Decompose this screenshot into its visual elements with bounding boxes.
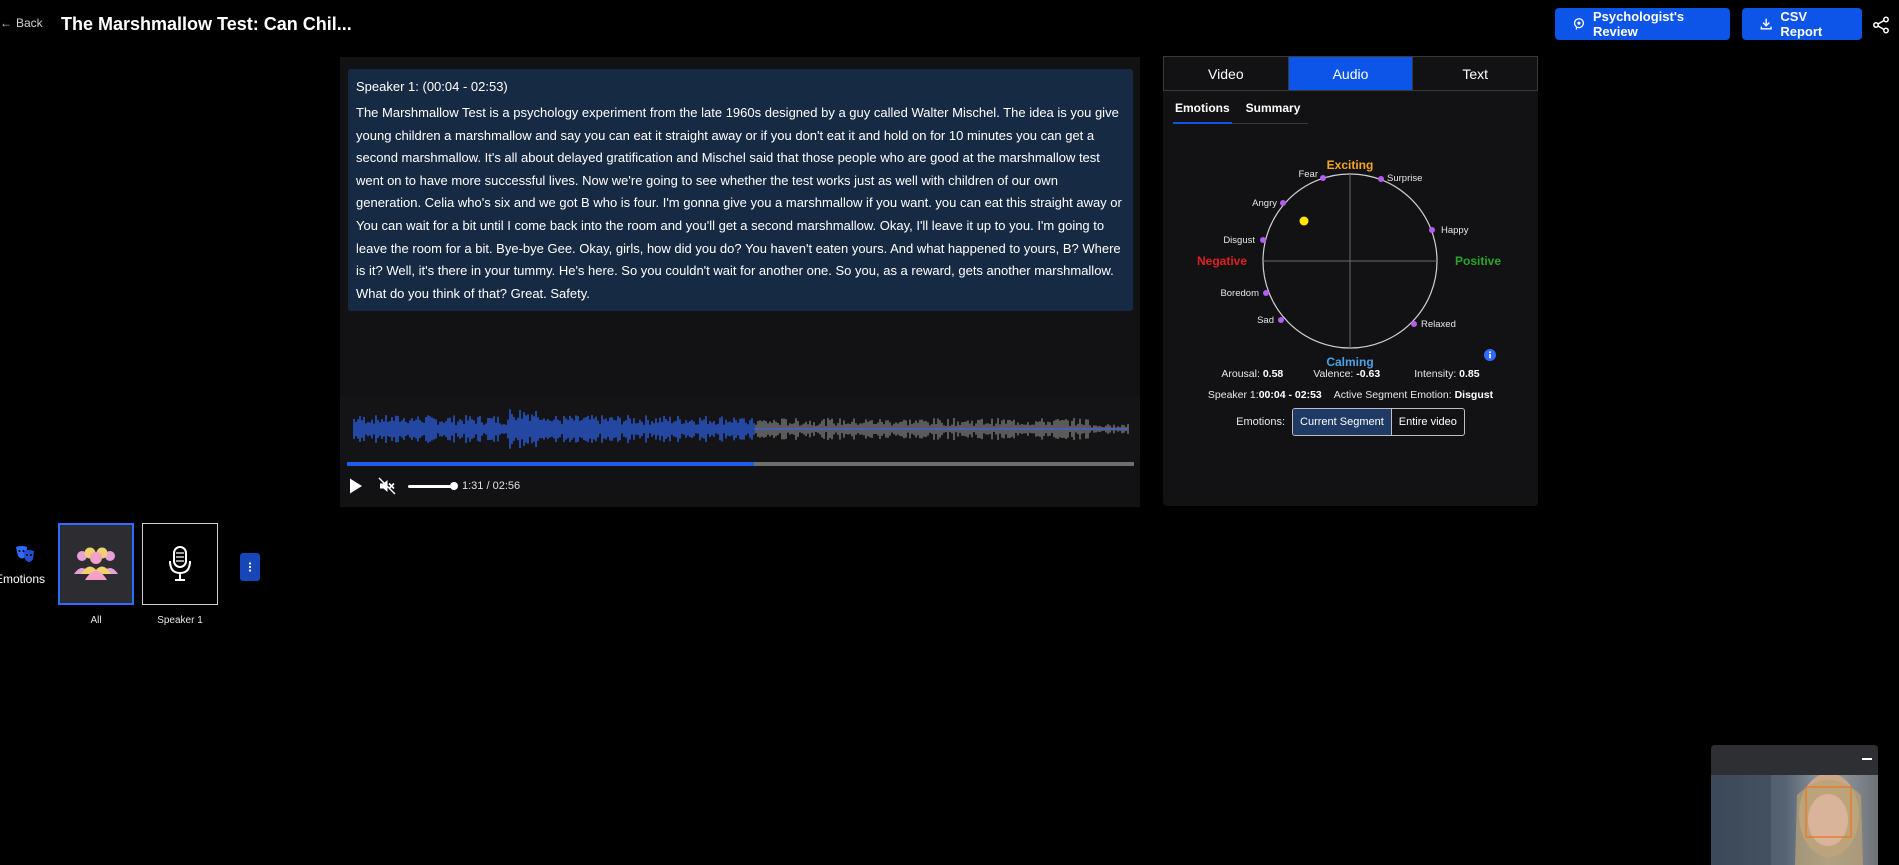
emotions-panel: Video Audio Text Emotions Summary Exciti…: [1163, 56, 1538, 506]
arousal-value: 0.58: [1262, 368, 1284, 380]
emotion-label-fear: Fear: [1298, 169, 1318, 180]
more-vertical-icon: [248, 562, 252, 572]
time-display: 1:31 / 02:56: [462, 480, 521, 492]
emotion-point-disgust: Disgust: [1223, 235, 1266, 246]
volume-slider[interactable]: [408, 478, 458, 494]
emotion-point-surprise: Surprise: [1378, 173, 1422, 184]
media-tabs: Video Audio Text: [1163, 56, 1538, 91]
tab-audio[interactable]: Audio: [1288, 57, 1414, 90]
subtab-emotions[interactable]: Emotions: [1173, 100, 1232, 124]
entire-video-button[interactable]: Entire video: [1392, 409, 1464, 435]
tab-video[interactable]: Video: [1164, 57, 1289, 90]
info-icon[interactable]: [1484, 349, 1496, 361]
back-link[interactable]: ← Back: [0, 16, 43, 30]
arrow-left-icon: ←: [0, 16, 12, 30]
speaker-card-speaker-1-label: Speaker 1: [157, 615, 203, 626]
play-icon[interactable]: [348, 477, 364, 495]
intensity-value: 0.85: [1459, 368, 1480, 380]
pip-header: [1711, 745, 1878, 775]
microphone-icon: [169, 546, 191, 581]
sub-tabs: Emotions Summary: [1173, 100, 1308, 124]
affect-metrics: Arousal: 0.58 Valence: -0.63 Intensity: …: [1163, 368, 1538, 380]
emotions-sidebar-toggle[interactable]: Emotions: [0, 545, 50, 586]
segment-info: Speaker 1:00:04 - 02:53 Active Segment E…: [1163, 389, 1538, 401]
segment-speaker-header: Speaker 1: (00:04 - 02:53): [356, 79, 508, 94]
active-emotion-value: Disgust: [1454, 389, 1494, 401]
emotion-label-angry: Angry: [1252, 198, 1277, 209]
emotion-point-happy: Happy: [1429, 225, 1469, 236]
pip-video-frame: [1711, 773, 1878, 865]
audio-waveform[interactable]: [340, 397, 1140, 462]
emotion-label-disgust: Disgust: [1223, 235, 1255, 246]
current-emotion-marker: [1299, 216, 1309, 226]
emotions-side-label: Emotions: [0, 572, 46, 586]
csv-report-button[interactable]: CSV Report: [1742, 8, 1862, 40]
intensity-metric: Intensity: 0.85: [1414, 368, 1479, 380]
current-segment-button[interactable]: Current Segment: [1293, 409, 1392, 435]
emotion-label-sad: Sad: [1257, 315, 1274, 326]
waveform-graphic: [353, 409, 1129, 449]
psychologist-review-button[interactable]: Psychologist's Review: [1555, 8, 1730, 40]
tab-text[interactable]: Text: [1413, 57, 1537, 90]
pip-video-window[interactable]: [1711, 745, 1878, 865]
emotions-scope-row: Emotions: Current Segment Entire video: [1163, 408, 1538, 436]
axis-label-positive: Positive: [1455, 254, 1501, 268]
speaker-card-speaker-1[interactable]: [142, 523, 218, 605]
mute-icon[interactable]: [378, 477, 396, 495]
axis-label-negative: Negative: [1197, 254, 1247, 268]
emotion-point-fear: Fear: [1298, 169, 1326, 181]
player-controls: 1:31 / 02:56: [348, 475, 520, 497]
valence-metric: Valence: -0.63: [1313, 368, 1380, 380]
emotion-circumplex: Exciting Calming Negative Positive Fear …: [1197, 158, 1501, 369]
arousal-label: Arousal:: [1221, 368, 1260, 380]
theater-masks-icon: [16, 546, 34, 562]
subtab-summary[interactable]: Summary: [1244, 100, 1303, 124]
group-icon: [74, 547, 118, 580]
emotion-point-sad: Sad: [1257, 315, 1284, 326]
speaker-range: Speaker 1:00:04 - 02:53: [1208, 389, 1322, 401]
emotions-scope-toggle: Current Segment Entire video: [1292, 408, 1465, 436]
emotion-point-relaxed: Relaxed: [1411, 319, 1456, 330]
more-options-button[interactable]: [240, 553, 260, 581]
volume-track: [408, 485, 454, 488]
minimize-icon[interactable]: [1862, 758, 1872, 760]
page-title: The Marshmallow Test: Can Chil...: [61, 14, 352, 34]
progress-bar[interactable]: [347, 462, 1134, 466]
psychologist-review-label: Psychologist's Review: [1592, 9, 1685, 39]
csv-report-label: CSV Report: [1780, 9, 1823, 39]
emotion-label-boredom: Boredom: [1220, 288, 1259, 299]
brain-icon: [1573, 18, 1585, 30]
arousal-metric: Arousal: 0.58: [1221, 368, 1283, 380]
back-label: Back: [16, 16, 43, 30]
valence-value: -0.63: [1356, 368, 1381, 380]
emotions-scope-label: Emotions:: [1236, 416, 1286, 428]
emotion-label-happy: Happy: [1441, 225, 1469, 236]
valence-label: Valence:: [1313, 368, 1354, 380]
progress-fill: [347, 462, 754, 466]
share-icon[interactable]: [1872, 16, 1890, 34]
speaker-range-value: 00:04 - 02:53: [1258, 389, 1322, 401]
axis-label-calming: Calming: [1326, 355, 1373, 369]
download-icon: [1760, 18, 1772, 30]
emotion-point-boredom: Boredom: [1220, 288, 1269, 299]
active-segment-emotion: Active Segment Emotion: Disgust: [1334, 389, 1493, 401]
intensity-label: Intensity:: [1414, 368, 1457, 380]
axis-label-exciting: Exciting: [1327, 158, 1374, 172]
speaker-card-all-label: All: [90, 615, 102, 626]
transcript-panel: Speaker 1: (00:04 - 02:53) The Marshmall…: [340, 57, 1140, 507]
transcript-segment[interactable]: Speaker 1: (00:04 - 02:53) The Marshmall…: [348, 69, 1133, 311]
active-emotion-label: Active Segment Emotion:: [1333, 389, 1452, 401]
volume-knob[interactable]: [450, 482, 458, 490]
emotion-label-relaxed: Relaxed: [1421, 319, 1456, 330]
emotion-label-surprise: Surprise: [1387, 173, 1422, 184]
speaker-range-label: Speaker 1:: [1207, 389, 1259, 401]
pip-video-image: [1711, 773, 1863, 865]
transcript-text: The Marshmallow Test is a psychology exp…: [356, 105, 1122, 301]
speaker-card-all[interactable]: [58, 523, 134, 605]
